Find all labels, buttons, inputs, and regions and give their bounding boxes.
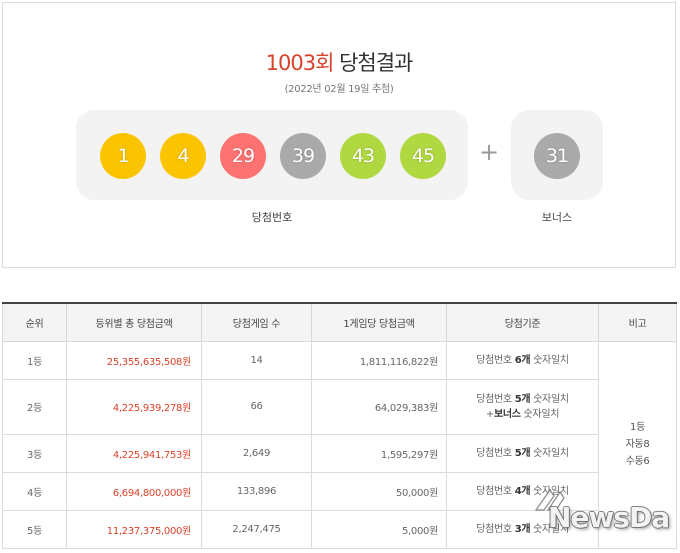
- criteria-count: 4개: [514, 485, 531, 497]
- table-header-row: 순위 등위별 총 당첨금액 당첨게임 수 1게임당 당첨금액 당첨기준 비고: [2, 302, 677, 342]
- criteria-plus: +: [485, 408, 494, 420]
- criteria-suffix: 숫자일치: [530, 393, 569, 405]
- bonus-number-pane: 31: [511, 110, 603, 200]
- per-game-prize-cell: 64,029,383원: [311, 378, 447, 435]
- note-line: 자동8: [625, 439, 650, 450]
- page-title: 1003회 당첨결과: [3, 47, 675, 77]
- per-game-prize-cell: 50,000원: [311, 471, 447, 511]
- criteria-cell: 당첨번호 5개 숫자일치 +보너스 숫자일치: [446, 378, 599, 435]
- plus-icon: +: [478, 138, 500, 166]
- criteria-text: 당첨번호: [476, 447, 515, 459]
- number-ball-4: 39: [280, 133, 326, 179]
- per-game-prize-cell: 1,811,116,822원: [311, 340, 447, 380]
- rank-cell: 4등: [2, 471, 67, 511]
- total-prize-cell: 11,237,375,000원: [66, 509, 202, 549]
- table-row: 2등 4,225,939,278원 66 64,029,383원 당첨번호 5개…: [2, 378, 677, 435]
- per-game-prize-cell: 1,595,297원: [311, 433, 447, 473]
- winning-numbers-pane: 1 4 29 39 43 45: [76, 110, 468, 200]
- column-header-games: 당첨게임 수: [201, 302, 312, 342]
- column-header-per-game: 1게임당 당첨금액: [311, 302, 447, 342]
- column-header-rank: 순위: [2, 302, 67, 342]
- winning-games-cell: 66: [201, 378, 312, 435]
- column-header-note: 비고: [598, 302, 677, 342]
- number-ball-2: 4: [160, 133, 206, 179]
- title-text: 당첨결과: [339, 51, 413, 75]
- rank-cell: 2등: [2, 378, 67, 435]
- number-ball-5: 43: [340, 133, 386, 179]
- rank-cell: 5등: [2, 509, 67, 549]
- total-prize-cell: 25,355,635,508원: [66, 340, 202, 380]
- table-row: 1등 25,355,635,508원 14 1,811,116,822원 당첨번…: [2, 340, 677, 549]
- total-prize-cell: 4,225,941,753원: [66, 433, 202, 473]
- column-header-criteria: 당첨기준: [446, 302, 599, 342]
- criteria-suffix: 숫자일치: [530, 354, 569, 366]
- rank-cell: 1등: [2, 340, 67, 380]
- note-line: 1등: [630, 422, 645, 433]
- table-row: 3등 4,225,941,753원 2,649 1,595,297원 당첨번호 …: [2, 433, 677, 473]
- criteria-suffix: 숫자일치: [530, 447, 569, 459]
- draw-round: 1003회: [265, 51, 335, 75]
- criteria-line-bonus: +보너스 숫자일치: [447, 407, 598, 422]
- note-line: 수동6: [625, 456, 650, 467]
- criteria-count: 6개: [514, 354, 531, 366]
- criteria-cell: 당첨번호 6개 숫자일치: [446, 340, 599, 380]
- bonus-ball: 31: [534, 133, 580, 179]
- criteria-text: 당첨번호: [476, 523, 515, 535]
- total-prize-cell: 4,225,939,278원: [66, 378, 202, 435]
- rank-cell: 3등: [2, 433, 67, 473]
- draw-date: (2022년 02월 19일 추첨): [284, 84, 394, 95]
- winning-games-cell: 2,649: [201, 433, 312, 473]
- criteria-cell: 당첨번호 5개 숫자일치: [446, 433, 599, 473]
- criteria-text: 당첨번호: [476, 485, 515, 497]
- number-ball-1: 1: [100, 133, 146, 179]
- winning-numbers-label: 당첨번호: [251, 211, 293, 224]
- bonus-label: 보너스: [541, 211, 573, 224]
- criteria-text: 당첨번호: [476, 354, 515, 366]
- criteria-count: 3개: [514, 523, 531, 535]
- winning-games-cell: 2,247,475: [201, 509, 312, 549]
- criteria-text: 당첨번호: [476, 393, 515, 405]
- column-header-total: 등위별 총 당첨금액: [66, 302, 202, 342]
- number-ball-6: 45: [400, 133, 446, 179]
- number-ball-3: 29: [220, 133, 266, 179]
- criteria-count: 5개: [514, 447, 531, 459]
- criteria-count: 5개: [514, 393, 531, 405]
- newsda-watermark-logo: NewsDa: [548, 501, 670, 534]
- winning-games-cell: 133,896: [201, 471, 312, 511]
- winning-games-cell: 14: [201, 340, 312, 380]
- criteria-suffix: 숫자일치: [520, 408, 560, 420]
- criteria-bonus: 보너스: [493, 408, 521, 420]
- criteria-line: 당첨번호 5개 숫자일치: [447, 392, 598, 407]
- per-game-prize-cell: 5,000원: [311, 509, 447, 549]
- total-prize-cell: 6,694,800,000원: [66, 471, 202, 511]
